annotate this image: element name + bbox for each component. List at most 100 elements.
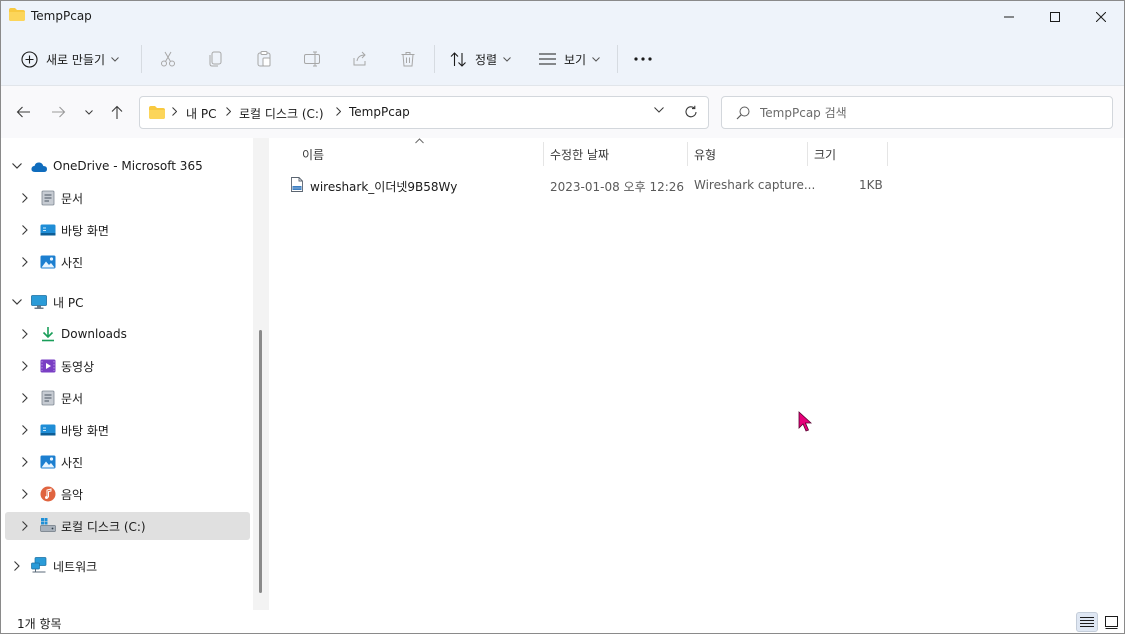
sidebar-item-label: 사진 (61, 455, 84, 470)
file-modified-date: 2023-01-08 오후 12:26 (550, 180, 685, 194)
sort-button[interactable]: 정렬 (450, 43, 511, 75)
search-input[interactable] (760, 103, 1090, 123)
sidebar-item-pictures[interactable]: 사진 (1, 448, 253, 476)
forward-button[interactable] (47, 100, 71, 124)
sidebar-item-network[interactable]: 네트워크 (1, 552, 253, 580)
sidebar-item-downloads[interactable]: Downloads (1, 320, 253, 348)
chevron-right-icon (172, 107, 177, 116)
chevron-right-icon[interactable] (19, 520, 31, 532)
cut-button[interactable] (158, 49, 178, 69)
sidebar-item-label: OneDrive - Microsoft 365 (53, 159, 203, 173)
delete-icon (401, 52, 415, 67)
file-name: wireshark_이더넷9B58Wy (310, 180, 458, 194)
folder-icon (9, 8, 25, 21)
sidebar-scrollbar[interactable] (253, 138, 269, 610)
pictures-icon (40, 255, 56, 269)
toolbar-divider (617, 45, 618, 73)
chevron-down-icon (85, 109, 93, 115)
chevron-right-icon[interactable] (11, 560, 23, 572)
column-header-type[interactable]: 유형 (694, 142, 716, 166)
column-header-label: 크기 (814, 147, 837, 162)
sidebar-item-videos[interactable]: 동영상 (1, 352, 253, 380)
column-divider[interactable] (543, 142, 544, 166)
chevron-down-icon[interactable] (11, 296, 23, 308)
chevron-right-icon[interactable] (19, 224, 31, 236)
documents-icon (41, 390, 55, 406)
sidebar-item-od-pictures[interactable]: 사진 (1, 248, 253, 276)
more-options-button[interactable] (632, 49, 654, 69)
sidebar-item-label: 문서 (61, 191, 84, 206)
file-row[interactable]: wireshark_이더넷9B58Wy 2023-01-08 오후 12:26 … (287, 173, 887, 197)
copy-button[interactable] (206, 49, 226, 69)
share-icon (353, 51, 366, 66)
chevron-right-icon[interactable] (19, 256, 31, 268)
onedrive-cloud-icon (31, 162, 47, 172)
chevron-right-icon[interactable] (19, 424, 31, 436)
sidebar-item-this-pc[interactable]: 내 PC (1, 288, 253, 316)
sidebar-item-desktop[interactable]: 바탕 화면 (1, 416, 253, 444)
column-header-modified[interactable]: 수정한 날짜 (550, 142, 609, 166)
minimize-button[interactable] (986, 1, 1032, 33)
maximize-button[interactable] (1032, 1, 1078, 33)
videos-icon (40, 359, 56, 373)
column-divider[interactable] (687, 142, 688, 166)
view-button[interactable]: 보기 (539, 43, 600, 75)
pictures-icon (40, 455, 56, 469)
mouse-cursor-icon (798, 411, 812, 432)
navigation-row: 내 PC 로컬 디스크 (C:) TempPcap (1, 86, 1124, 138)
sidebar-item-od-documents[interactable]: 문서 (1, 184, 253, 212)
sidebar-item-local-disk[interactable]: 로컬 디스크 (C:) (5, 512, 250, 540)
column-header-label: 유형 (694, 147, 717, 162)
sidebar-item-label: 네트워크 (53, 559, 98, 574)
chevron-right-icon[interactable] (19, 328, 31, 340)
breadcrumb-local-disk[interactable]: 로컬 디스크 (C:) (239, 105, 324, 122)
sidebar-item-label: 음악 (61, 487, 84, 502)
chevron-right-icon[interactable] (19, 456, 31, 468)
file-size: 1KB (859, 178, 883, 192)
delete-button[interactable] (398, 49, 418, 69)
capture-file-icon (291, 177, 303, 192)
breadcrumb-this-pc[interactable]: 내 PC (186, 105, 216, 122)
chevron-right-icon[interactable] (19, 360, 31, 372)
back-button[interactable] (11, 100, 35, 124)
share-button[interactable] (350, 49, 370, 69)
paste-icon (257, 51, 271, 67)
up-button[interactable] (105, 100, 129, 124)
close-button[interactable] (1078, 1, 1124, 33)
chevron-down-icon (592, 56, 600, 62)
arrow-left-icon (16, 106, 30, 118)
chevron-right-icon[interactable] (19, 192, 31, 204)
address-bar[interactable]: 내 PC 로컬 디스크 (C:) TempPcap (139, 96, 709, 129)
recent-locations-button[interactable] (77, 100, 101, 124)
rename-button[interactable] (302, 49, 322, 69)
sidebar-item-music[interactable]: 음악 (1, 480, 253, 508)
sidebar-item-onedrive[interactable]: OneDrive - Microsoft 365 (1, 152, 253, 180)
scrollbar-thumb[interactable] (259, 330, 262, 593)
sidebar-item-od-desktop[interactable]: 바탕 화면 (1, 216, 253, 244)
sidebar-item-label: 사진 (61, 255, 84, 270)
chevron-down-icon[interactable] (11, 160, 23, 172)
tiles-view-button[interactable] (1100, 612, 1122, 632)
details-view-button[interactable] (1076, 612, 1098, 632)
column-divider[interactable] (887, 142, 888, 166)
chevron-down-icon (111, 56, 119, 62)
paste-button[interactable] (254, 49, 274, 69)
sidebar-item-label: 바탕 화면 (61, 223, 109, 238)
breadcrumb-current-folder[interactable]: TempPcap (349, 105, 410, 119)
column-header-name[interactable]: 이름 (302, 142, 324, 166)
chevron-right-icon[interactable] (19, 392, 31, 404)
column-header-size[interactable]: 크기 (814, 142, 836, 166)
network-icon (31, 557, 47, 573)
column-divider[interactable] (807, 142, 808, 166)
title-bar[interactable]: TempPcap (1, 1, 1124, 33)
search-box[interactable] (721, 96, 1113, 129)
desktop-icon (40, 224, 56, 236)
refresh-icon[interactable] (684, 105, 698, 119)
chevron-right-icon[interactable] (19, 488, 31, 500)
window-title: TempPcap (31, 9, 92, 23)
address-dropdown-icon[interactable] (654, 107, 664, 113)
sidebar-item-documents[interactable]: 문서 (1, 384, 253, 412)
toolbar-divider (141, 45, 142, 73)
new-button[interactable]: 새로 만들기 (21, 43, 119, 75)
search-icon (736, 106, 750, 120)
